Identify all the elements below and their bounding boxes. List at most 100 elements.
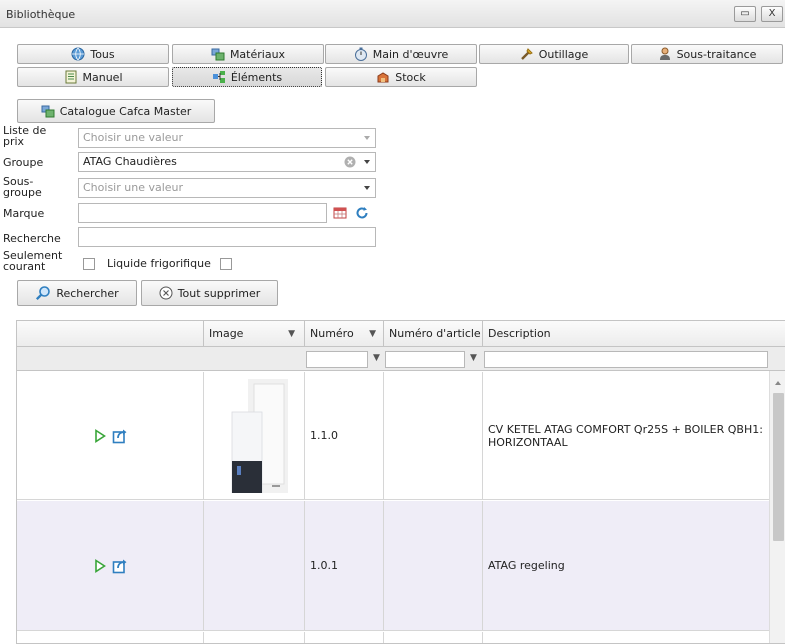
group-label: Groupe — [3, 156, 44, 169]
description-value: CV KETEL ATAG COMFORT Qr25S + BOILER QBH… — [488, 423, 763, 449]
description-filter-input[interactable] — [484, 351, 768, 368]
refrigerant-checkbox[interactable] — [220, 258, 232, 270]
stopwatch-icon — [354, 47, 368, 61]
actions-cell — [17, 632, 204, 643]
only-current-label: Seulement courant — [3, 250, 62, 272]
column-header-description[interactable]: Description — [483, 321, 785, 347]
column-header-numero-article[interactable]: Numéro d'article — [384, 321, 483, 347]
group-select[interactable]: ATAG Chaudières — [78, 152, 376, 172]
search-button[interactable]: Rechercher — [17, 280, 137, 306]
image-cell — [204, 501, 305, 630]
tab-elements-label: Éléments — [230, 70, 283, 84]
filter-icon[interactable]: ▼ — [470, 353, 477, 363]
description-value: ATAG regeling — [488, 559, 565, 572]
tab-catalogue-cafca-label: Catalogue Cafca Master — [59, 104, 192, 118]
export-icon[interactable] — [112, 558, 128, 574]
refresh-icon[interactable] — [354, 205, 370, 221]
column-header-image-label: Image — [209, 327, 244, 340]
person-icon — [658, 47, 672, 61]
brand-label: Marque — [3, 207, 45, 220]
tab-elements[interactable]: Éléments — [172, 67, 322, 87]
subgroup-label-line2: groupe — [3, 186, 42, 199]
tab-stock-label: Stock — [395, 70, 426, 84]
article-cell — [384, 372, 483, 499]
subgroup-select[interactable]: Choisir une valeur — [78, 178, 376, 198]
numero-value: 1.0.1 — [310, 559, 338, 572]
clear-all-button[interactable]: Tout supprimer — [141, 280, 278, 306]
catalogue-icon — [41, 104, 55, 118]
clear-all-button-label: Tout supprimer — [177, 286, 261, 300]
price-list-placeholder: Choisir une valeur — [83, 131, 184, 144]
image-cell — [204, 372, 305, 499]
close-button[interactable]: X — [761, 6, 783, 22]
group-value: ATAG Chaudières — [83, 155, 177, 168]
globe-icon — [71, 47, 85, 61]
brand-input[interactable] — [78, 203, 327, 223]
description-line2: HORIZONTAAL — [488, 436, 568, 449]
description-line1: CV KETEL ATAG COMFORT Qr25S + BOILER QBH… — [488, 423, 763, 436]
description-cell: ATAG regeling — [483, 501, 769, 630]
filter-icon[interactable]: ▼ — [369, 321, 376, 347]
tab-materiaux-label: Matériaux — [229, 47, 286, 61]
chevron-down-icon — [364, 186, 370, 190]
article-cell — [384, 501, 483, 630]
column-header-numero[interactable]: Numéro ▼ — [305, 321, 384, 347]
numero-cell: 1.0.1 — [305, 501, 384, 630]
article-cell — [384, 632, 483, 643]
tab-tous-label: Tous — [90, 47, 115, 61]
column-header-image[interactable]: Image ▼ — [204, 321, 305, 347]
clear-icon[interactable] — [344, 156, 356, 168]
column-header-actions — [17, 321, 204, 347]
numero-filter-input[interactable] — [306, 351, 368, 368]
actions-cell — [17, 372, 204, 499]
tab-catalogue-cafca[interactable]: Catalogue Cafca Master — [17, 99, 215, 123]
window-titlebar: Bibliothèque ▭ X — [0, 0, 785, 28]
filter-icon[interactable]: ▼ — [288, 321, 295, 347]
vertical-scrollbar[interactable] — [769, 371, 785, 643]
refrigerant-label: Liquide frigorifique — [107, 257, 211, 270]
tab-sous-traitance[interactable]: Sous-traitance — [631, 44, 783, 64]
image-cell — [204, 632, 305, 643]
tab-manuel[interactable]: Manuel — [17, 67, 169, 87]
play-icon[interactable] — [93, 429, 107, 443]
price-list-label-line2: prix — [3, 135, 25, 148]
table-row[interactable]: 1.1.0 CV KETEL ATAG COMFORT Qr25S + BOIL… — [17, 372, 769, 500]
export-icon[interactable] — [112, 428, 128, 444]
search-input[interactable] — [78, 227, 376, 247]
numero-cell — [305, 632, 384, 643]
description-cell: CV KETEL ATAG COMFORT Qr25S + BOILER QBH… — [483, 372, 769, 499]
tab-main-doeuvre[interactable]: Main d'œuvre — [325, 44, 477, 64]
price-list-select[interactable]: Choisir une valeur — [78, 128, 376, 148]
restore-button[interactable]: ▭ — [734, 6, 756, 22]
circle-x-icon — [159, 286, 173, 300]
chevron-down-icon — [364, 136, 370, 140]
column-header-numero-label: Numéro — [310, 327, 354, 340]
table-picker-icon[interactable] — [333, 206, 347, 220]
scrollbar-thumb[interactable] — [773, 393, 784, 541]
tab-sous-traitance-label: Sous-traitance — [676, 47, 757, 61]
tab-materiaux[interactable]: Matériaux — [172, 44, 324, 64]
tab-outillage-label: Outillage — [538, 47, 589, 61]
table-row[interactable] — [17, 632, 769, 643]
actions-cell — [17, 501, 204, 630]
tab-tous[interactable]: Tous — [17, 44, 169, 64]
tab-stock[interactable]: Stock — [325, 67, 477, 87]
boiler-image[interactable] — [226, 379, 288, 494]
search-button-label: Rechercher — [56, 286, 119, 300]
results-grid: Image ▼ Numéro ▼ Numéro d'article Descri… — [16, 320, 785, 644]
magnifier-icon — [35, 285, 51, 301]
article-filter-input[interactable] — [385, 351, 465, 368]
tab-outillage[interactable]: Outillage — [479, 44, 629, 64]
play-icon[interactable] — [93, 559, 107, 573]
stock-icon — [376, 70, 390, 84]
chevron-down-icon — [364, 160, 370, 164]
table-row[interactable]: 1.0.1 ATAG regeling — [17, 501, 769, 631]
only-current-label-line2: courant — [3, 260, 46, 273]
only-current-checkbox[interactable] — [83, 258, 95, 270]
numero-cell: 1.1.0 — [305, 372, 384, 499]
subgroup-label: Sous- groupe — [3, 176, 42, 198]
document-icon — [64, 70, 78, 84]
filter-icon[interactable]: ▼ — [373, 353, 380, 363]
search-label: Recherche — [3, 232, 61, 245]
scroll-up-icon[interactable] — [775, 381, 781, 385]
